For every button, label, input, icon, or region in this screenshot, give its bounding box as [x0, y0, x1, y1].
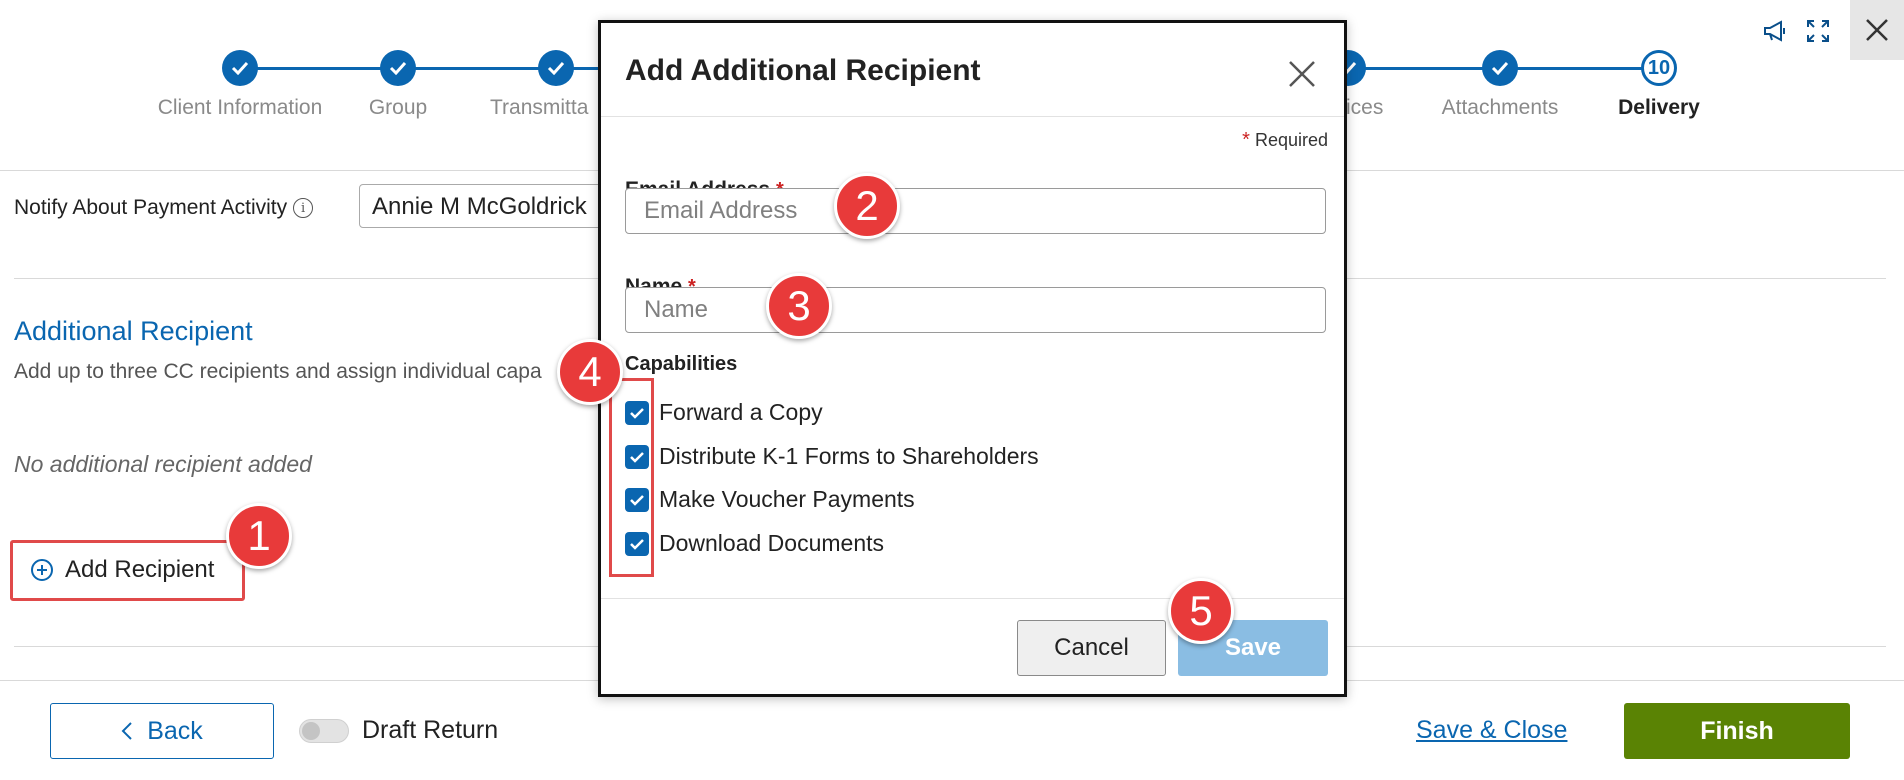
- step-check-icon[interactable]: [380, 50, 416, 86]
- notify-recipient-select[interactable]: Annie M McGoldrick: [359, 184, 609, 228]
- capability-forward-copy[interactable]: Forward a Copy: [625, 399, 823, 426]
- highlight-box: [609, 378, 654, 577]
- capability-label: Distribute K-1 Forms to Shareholders: [659, 443, 1039, 469]
- step-check-icon[interactable]: [538, 50, 574, 86]
- required-note: * Required: [1242, 129, 1328, 152]
- expand-icon[interactable]: [1805, 18, 1831, 49]
- step-number-current[interactable]: 10: [1641, 50, 1677, 86]
- step-label-transmittal[interactable]: Transmitta: [490, 95, 610, 120]
- notify-label-text: Notify About Payment Activity: [14, 196, 288, 219]
- step-check-icon[interactable]: [222, 50, 258, 86]
- step-label-delivery[interactable]: Delivery: [1574, 95, 1744, 120]
- close-icon[interactable]: [1287, 59, 1317, 89]
- empty-message: No additional recipient added: [14, 451, 312, 477]
- back-label: Back: [147, 716, 203, 745]
- callout-badge: 5: [1168, 578, 1234, 644]
- step-label-client-information[interactable]: Client Information: [155, 95, 325, 120]
- add-recipient-dialog: Add Additional Recipient * Required Emai…: [598, 20, 1347, 697]
- capabilities-label: Capabilities: [625, 353, 738, 375]
- capability-voucher-payments[interactable]: Make Voucher Payments: [625, 486, 915, 513]
- capability-label: Download Documents: [659, 530, 885, 556]
- email-field[interactable]: [625, 188, 1326, 234]
- draft-return-label: Draft Return: [362, 716, 499, 744]
- capability-label: Forward a Copy: [659, 399, 823, 425]
- toggle-knob: [302, 722, 320, 740]
- section-description: Add up to three CC recipients and assign…: [14, 360, 542, 383]
- dialog-title: Add Additional Recipient: [625, 54, 981, 87]
- draft-return-toggle[interactable]: [299, 719, 349, 743]
- finish-button[interactable]: Finish: [1624, 703, 1850, 759]
- required-star: *: [1242, 129, 1250, 151]
- notify-label: Notify About Payment Activity i: [14, 196, 314, 220]
- back-button[interactable]: Back: [50, 703, 274, 759]
- dialog-header-divider: [601, 116, 1344, 117]
- capability-distribute-k1[interactable]: Distribute K-1 Forms to Shareholders: [625, 443, 1039, 470]
- callout-badge: 3: [766, 273, 832, 339]
- save-close-link[interactable]: Save & Close: [1416, 716, 1567, 745]
- step-label-attachments[interactable]: Attachments: [1415, 95, 1585, 120]
- info-icon[interactable]: i: [293, 198, 314, 219]
- name-field[interactable]: [625, 287, 1326, 333]
- required-text: Required: [1254, 130, 1328, 150]
- callout-badge: 2: [834, 173, 900, 239]
- chevron-left-icon: [121, 722, 132, 740]
- megaphone-icon[interactable]: [1762, 18, 1788, 49]
- highlight-box: [10, 540, 245, 601]
- capability-download-documents[interactable]: Download Documents: [625, 530, 884, 557]
- dialog-footer-divider: [601, 598, 1344, 599]
- step-label-group[interactable]: Group: [313, 95, 483, 120]
- step-check-icon[interactable]: [1482, 50, 1518, 86]
- cancel-button[interactable]: Cancel: [1017, 620, 1166, 676]
- section-title: Additional Recipient: [14, 316, 253, 346]
- capability-label: Make Voucher Payments: [659, 486, 915, 512]
- callout-badge: 4: [557, 339, 623, 405]
- step-label-invoices[interactable]: ices: [1346, 95, 1426, 120]
- callout-badge: 1: [226, 503, 292, 569]
- close-icon[interactable]: [1850, 0, 1904, 60]
